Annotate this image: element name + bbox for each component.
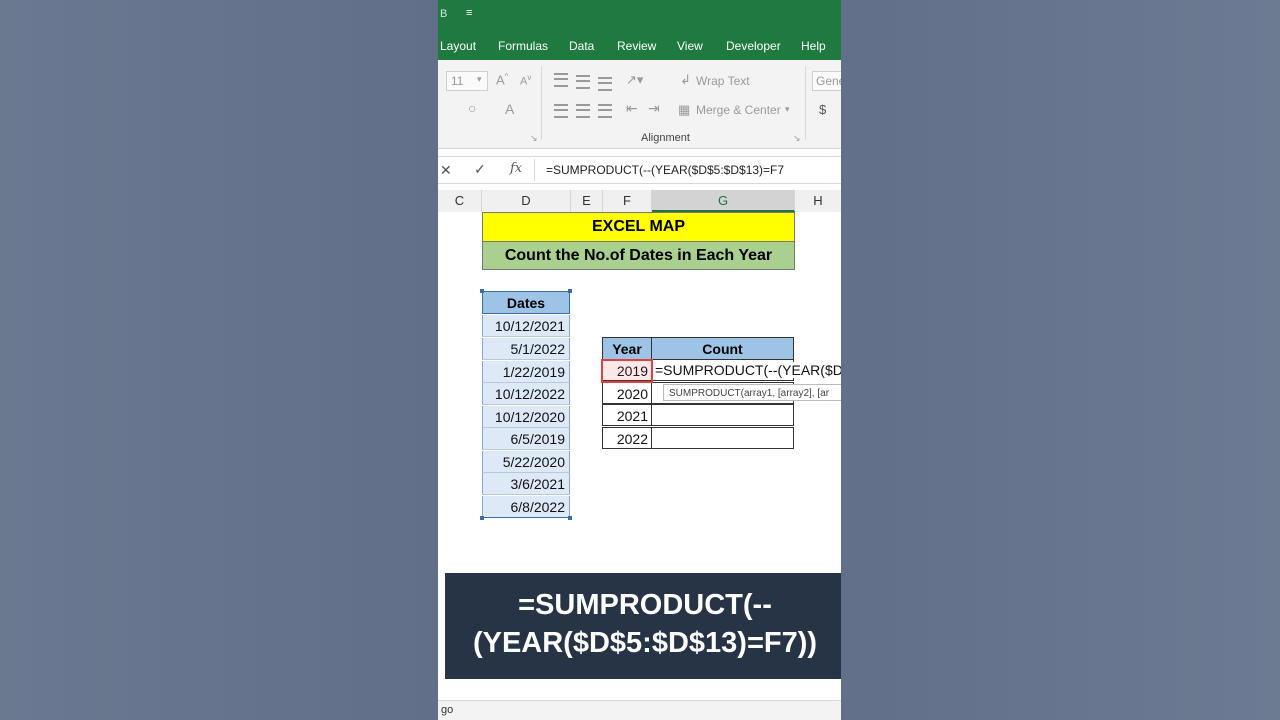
- align-right-icon[interactable]: [598, 104, 612, 118]
- increase-font-icon[interactable]: A^: [496, 72, 508, 87]
- font-color-icon[interactable]: A: [505, 101, 514, 117]
- font-size-select[interactable]: 11 ▾: [446, 71, 488, 91]
- status-text: go: [441, 704, 454, 716]
- formula-input[interactable]: =SUMPRODUCT(--(YEAR($D$5:$D$13)=F7: [546, 163, 784, 177]
- ribbon-separator: [541, 66, 542, 140]
- date-cell[interactable]: 10/12/2020: [482, 406, 570, 428]
- count-cell[interactable]: [651, 404, 794, 426]
- range-handle[interactable]: [480, 516, 484, 520]
- date-cell[interactable]: 6/5/2019: [482, 428, 570, 450]
- number-format-value: Gene: [816, 74, 841, 88]
- close-icon[interactable]: ✕: [440, 162, 452, 179]
- column-header-g[interactable]: G: [652, 190, 795, 212]
- range-handle[interactable]: [480, 289, 484, 293]
- date-cell[interactable]: 10/12/2021: [482, 315, 570, 337]
- increase-indent-icon[interactable]: ⇥: [648, 100, 660, 117]
- tab-review[interactable]: Review: [617, 39, 656, 53]
- date-cell[interactable]: 3/6/2021: [482, 473, 570, 495]
- merge-dropdown-icon[interactable]: ▾: [785, 104, 790, 115]
- tab-data[interactable]: Data: [569, 39, 594, 53]
- wrap-text-icon: ↲: [680, 72, 691, 87]
- column-header-c[interactable]: C: [438, 190, 482, 212]
- decrease-font-icon[interactable]: Av: [520, 73, 531, 88]
- sheet-subtitle: Count the No.of Dates in Each Year: [482, 241, 795, 270]
- fill-color-icon[interactable]: ○: [468, 100, 476, 116]
- date-cell[interactable]: 10/12/2022: [482, 383, 570, 405]
- tab-view[interactable]: View: [677, 39, 703, 53]
- ribbon: 11 ▾ A^ Av ○ A ↗▾ ⇤ ⇥ ↲ Wrap Text ▦ Merg…: [438, 60, 841, 149]
- ribbon-separator: [805, 66, 806, 140]
- quick-access-icon[interactable]: B: [440, 8, 447, 20]
- date-cell[interactable]: 6/8/2022: [482, 496, 570, 518]
- range-handle[interactable]: [568, 516, 572, 520]
- align-top-icon[interactable]: [554, 73, 568, 87]
- font-size-value: 11: [451, 74, 464, 88]
- date-cell[interactable]: 5/22/2020: [482, 451, 570, 473]
- currency-button[interactable]: $: [819, 102, 826, 117]
- function-icon[interactable]: fx: [510, 161, 522, 176]
- tab-developer[interactable]: Developer: [726, 39, 781, 53]
- column-headers: C D E F G H: [438, 190, 841, 213]
- formula-bar: ✕ ✓ fx =SUMPRODUCT(--(YEAR($D$5:$D$13)=F…: [438, 156, 841, 184]
- date-cell[interactable]: 5/1/2022: [482, 338, 570, 360]
- tab-layout[interactable]: Layout: [440, 39, 476, 53]
- function-tooltip: SUMPRODUCT(array1, [array2], [ar: [663, 384, 841, 401]
- column-header-e[interactable]: E: [571, 190, 603, 212]
- check-icon[interactable]: ✓: [474, 161, 486, 178]
- dialog-launcher-icon[interactable]: ↘: [793, 133, 801, 144]
- count-cell[interactable]: [651, 427, 794, 449]
- caption-line-1: =SUMPRODUCT(--: [518, 589, 772, 621]
- chevron-down-icon: ▾: [477, 74, 482, 84]
- referenced-cell-highlight: [601, 359, 653, 383]
- align-bottom-icon[interactable]: [598, 77, 612, 91]
- alignment-group-label: Alignment: [641, 132, 690, 144]
- wrap-text-button[interactable]: Wrap Text: [696, 74, 750, 88]
- sheet-title: EXCEL MAP: [482, 212, 795, 242]
- year-header[interactable]: Year: [602, 337, 652, 360]
- caption-line-2: (YEAR($D$5:$D$13)=F7)): [472, 627, 818, 659]
- customize-quick-access-icon[interactable]: ≡: [466, 7, 472, 19]
- align-center-icon[interactable]: [576, 104, 590, 118]
- range-handle[interactable]: [568, 289, 572, 293]
- merge-center-icon: ▦: [678, 102, 691, 117]
- dates-header[interactable]: Dates: [482, 291, 570, 314]
- date-cell[interactable]: 1/22/2019: [482, 361, 570, 383]
- merge-center-button[interactable]: Merge & Center: [696, 103, 781, 117]
- column-header-f[interactable]: F: [603, 190, 652, 212]
- status-bar: go: [438, 700, 841, 720]
- number-format-select[interactable]: Gene: [812, 71, 841, 91]
- orientation-icon[interactable]: ↗▾: [626, 72, 643, 88]
- title-bar: B ≡: [438, 0, 841, 31]
- editing-formula-text: =SUMPRODUCT(--(YEAR($D: [655, 362, 841, 378]
- align-middle-icon[interactable]: [576, 75, 590, 89]
- formula-caption: =SUMPRODUCT(-- (YEAR($D$5:$D$13)=F7)): [445, 573, 841, 679]
- ribbon-tabs: Layout Formulas Data Review View Develop…: [438, 31, 841, 60]
- excel-window: B ≡ Layout Formulas Data Review View Dev…: [438, 0, 841, 720]
- font-dialog-launcher-icon[interactable]: ↘: [530, 133, 538, 144]
- cell-edit-input[interactable]: =SUMPRODUCT(--(YEAR($D: [655, 362, 841, 378]
- column-header-h[interactable]: H: [795, 190, 841, 212]
- decrease-indent-icon[interactable]: ⇤: [626, 100, 638, 117]
- tab-formulas[interactable]: Formulas: [498, 39, 548, 53]
- column-header-d[interactable]: D: [482, 190, 571, 212]
- year-cell[interactable]: 2021: [602, 404, 652, 426]
- count-header[interactable]: Count: [651, 337, 794, 360]
- year-cell[interactable]: 2020: [602, 382, 652, 404]
- tab-help[interactable]: Help: [801, 39, 826, 53]
- align-left-icon[interactable]: [554, 104, 568, 118]
- year-cell[interactable]: 2022: [602, 427, 652, 449]
- formula-bar-divider: [534, 159, 535, 181]
